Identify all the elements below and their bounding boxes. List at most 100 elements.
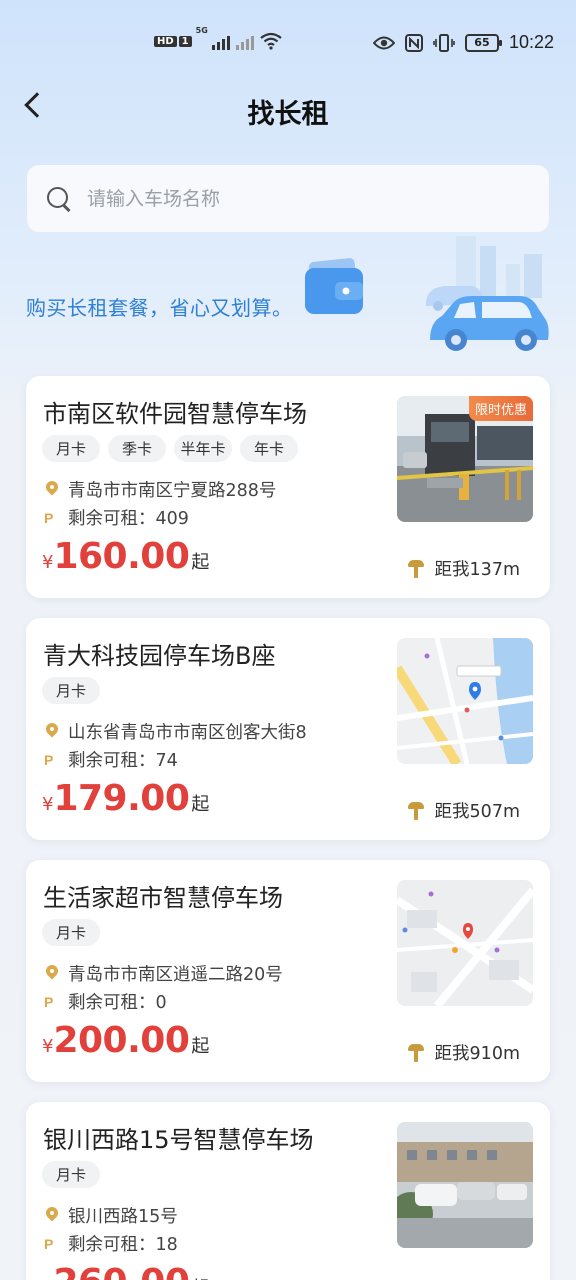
lot-name: 生活家超市智慧停车场	[43, 884, 283, 912]
lot-name: 市南区软件园智慧停车场	[43, 400, 307, 428]
distance: 距我137m	[407, 556, 520, 581]
parking-lot-card[interactable]: 生活家超市智慧停车场 月卡 青岛市市南区逍遥二路20号 P 剩余可租：0 ¥ 2…	[26, 860, 550, 1082]
remaining-row: P 剩余可租：0	[44, 989, 167, 1014]
remaining-row: P 剩余可租：74	[44, 747, 178, 772]
parking-icon: P	[44, 509, 54, 526]
clock: 10:22	[508, 32, 554, 52]
car-illustration	[426, 236, 549, 351]
currency-symbol: ¥	[42, 552, 54, 573]
location-pin-icon	[44, 965, 60, 983]
location-pin-icon	[44, 1207, 60, 1225]
nfc-icon	[404, 33, 423, 52]
lot-photo	[397, 1122, 533, 1248]
vibrate-icon	[433, 33, 455, 52]
price-suffix: 起	[191, 794, 210, 815]
plan-tag: 月卡	[42, 1161, 100, 1188]
status-right: 65 10:22	[372, 32, 554, 53]
distance-text: 距我910m	[434, 1044, 520, 1064]
remaining-row: P 剩余可租：409	[44, 505, 189, 530]
distance-text: 距我507m	[434, 802, 520, 822]
currency-symbol: ¥	[42, 794, 54, 815]
signal-5g-icon: 5G	[196, 26, 230, 50]
address-row: 山东省青岛市市南区创客大街8	[44, 719, 307, 744]
parking-lot-card[interactable]: 市南区软件园智慧停车场 月卡 季卡 半年卡 年卡 青岛市市南区宁夏路288号 P…	[26, 376, 550, 598]
parking-lot-photo	[397, 1122, 533, 1248]
lot-address: 青岛市市南区逍遥二路20号	[68, 965, 283, 985]
address-row: 银川西路15号	[44, 1203, 178, 1228]
promo-banner: 购买长租套餐，省心又划算。	[0, 236, 576, 372]
wifi-icon	[259, 32, 282, 50]
price-amount: 179.00	[53, 778, 190, 819]
map-image	[397, 638, 533, 764]
lot-name: 银川西路15号智慧停车场	[43, 1126, 314, 1154]
search-icon	[47, 186, 71, 211]
map-image	[397, 880, 533, 1006]
lot-name: 青大科技园停车场B座	[43, 642, 276, 670]
lot-address: 山东省青岛市市南区创客大街8	[68, 723, 307, 743]
plan-tag: 半年卡	[174, 435, 232, 462]
price-amount: 200.00	[53, 1020, 190, 1061]
remaining-count: 剩余可租：74	[68, 751, 178, 771]
currency-symbol: ¥	[42, 1036, 54, 1057]
price: ¥ 200.00 起	[42, 1020, 209, 1061]
parking-lot-card[interactable]: 青大科技园停车场B座 月卡 山东省青岛市市南区创客大街8 P 剩余可租：74 ¥…	[26, 618, 550, 840]
distance: 距我507m	[407, 798, 520, 823]
lot-address: 青岛市市南区宁夏路288号	[68, 481, 277, 501]
hd-label: HD	[154, 35, 177, 47]
lot-map-thumbnail	[397, 880, 533, 1006]
plan-tags: 月卡	[42, 1161, 100, 1188]
price-suffix: 起	[191, 1036, 210, 1057]
parking-icon: P	[44, 1235, 54, 1252]
price-amount: 160.00	[53, 536, 190, 577]
distance-marker-icon	[407, 800, 425, 822]
plan-tags: 月卡 季卡 半年卡 年卡	[42, 435, 298, 462]
location-pin-icon	[44, 481, 60, 499]
sim-number: 1	[178, 35, 192, 47]
distance-marker-icon	[407, 1042, 425, 1064]
lot-address: 银川西路15号	[68, 1207, 178, 1227]
banner-text: 购买长租套餐，省心又划算。	[26, 296, 293, 320]
battery-icon: 65	[464, 33, 502, 52]
status-left: HD 1 5G	[154, 26, 282, 50]
lot-photo: 限时优惠	[397, 396, 533, 522]
plan-tag: 季卡	[108, 435, 166, 462]
distance: 距我910m	[407, 1040, 520, 1065]
price: ¥ 179.00 起	[42, 778, 209, 819]
remaining-row: P 剩余可租：18	[44, 1231, 178, 1256]
distance-text: 距我137m	[434, 560, 520, 580]
page-title: 找长租	[247, 99, 329, 130]
distance-marker-icon	[407, 558, 425, 580]
parking-lot-card[interactable]: 银川西路15号智慧停车场 月卡 银川西路15号 P 剩余可租：18 ¥ 260.…	[26, 1102, 550, 1280]
plan-tag: 月卡	[42, 919, 100, 946]
remaining-count: 剩余可租：409	[68, 509, 189, 529]
promo-badge: 限时优惠	[468, 396, 533, 421]
lot-map-thumbnail	[397, 638, 533, 764]
search-bar[interactable]	[27, 165, 549, 232]
battery-level: 65	[474, 36, 490, 49]
plan-tags: 月卡	[42, 919, 100, 946]
eye-icon	[372, 36, 395, 49]
wallet-icon	[305, 258, 363, 314]
price-suffix: 起	[191, 1274, 209, 1280]
address-row: 青岛市市南区宁夏路288号	[44, 477, 276, 502]
address-row: 青岛市市南区逍遥二路20号	[44, 961, 283, 986]
hd-indicator: HD 1	[154, 35, 192, 47]
parking-icon: P	[44, 993, 54, 1010]
plan-tag: 月卡	[42, 677, 100, 704]
status-bar: HD 1 5G 65 10:22	[0, 0, 576, 88]
price: ¥ 160.00 起	[42, 536, 209, 577]
parking-icon: P	[44, 751, 54, 768]
price-suffix: 起	[191, 552, 210, 573]
price: ¥ 260.00 起	[42, 1262, 209, 1280]
price-amount: 260.00	[53, 1262, 189, 1280]
plan-tags: 月卡	[42, 677, 100, 704]
remaining-count: 剩余可租：0	[68, 993, 167, 1013]
search-input[interactable]	[87, 187, 487, 210]
plan-tag: 年卡	[240, 435, 298, 462]
remaining-count: 剩余可租：18	[68, 1235, 178, 1255]
network-type-label: 5G	[195, 26, 208, 35]
nav-bar: 找长租	[0, 84, 576, 134]
signal-no-service-icon	[235, 32, 254, 50]
plan-tag: 月卡	[42, 435, 100, 462]
location-pin-icon	[44, 723, 60, 741]
